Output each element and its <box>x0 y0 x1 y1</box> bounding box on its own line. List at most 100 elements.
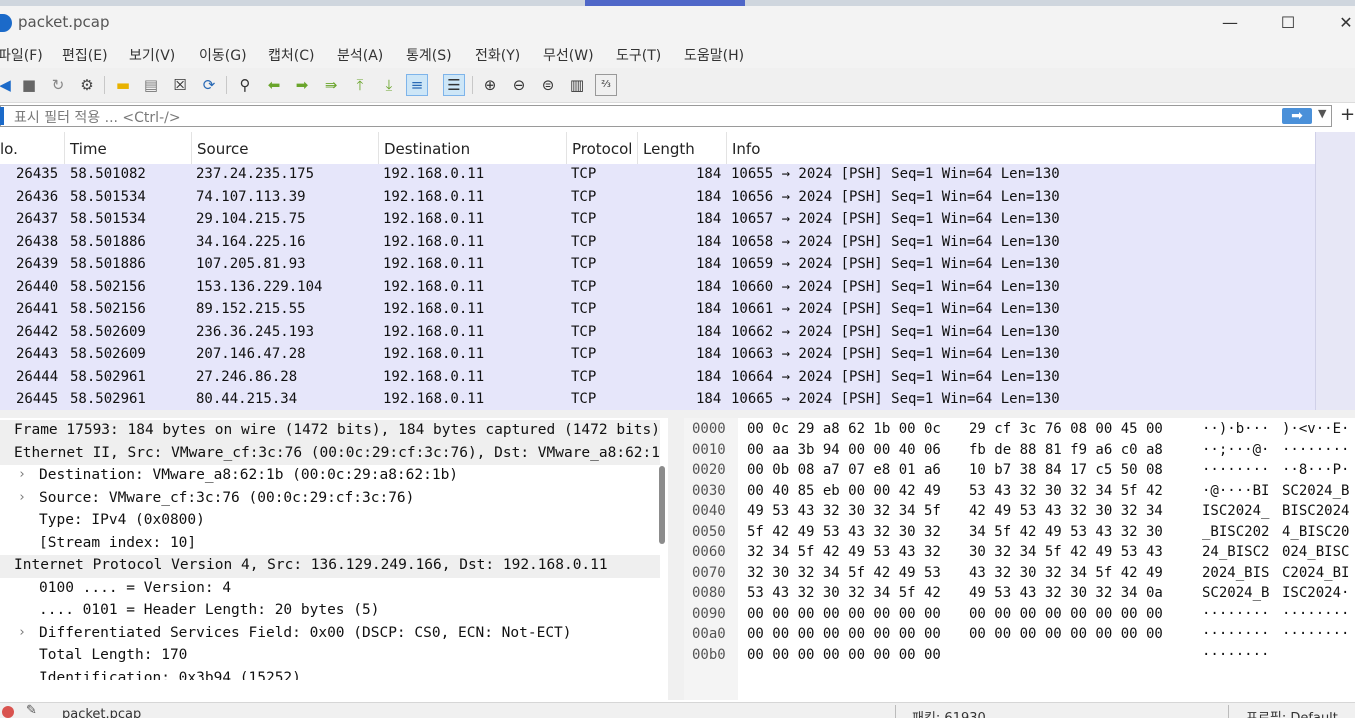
packet-row[interactable]: 26436 58.501534 74.107.113.39 192.168.0.11 T… <box>0 186 1315 209</box>
menu-analyze[interactable]: 분석(A) <box>337 45 383 65</box>
capture-options-icon[interactable]: ⚙ <box>76 74 98 96</box>
ascii-right[interactable]: ISC2024· <box>1282 585 1349 608</box>
ascii-left[interactable]: ··;···@· <box>1202 442 1269 465</box>
menu-file[interactable]: 파일(F) <box>0 45 43 65</box>
go-to-packet-icon[interactable]: ⇛ <box>320 74 342 96</box>
add-filter-button[interactable]: + <box>1340 104 1355 125</box>
go-forward-icon[interactable]: ➡ <box>291 74 313 96</box>
menu-tools[interactable]: 도구(T) <box>616 45 661 65</box>
go-back-icon[interactable]: ⬅ <box>263 74 285 96</box>
column-source[interactable]: Source <box>192 132 379 164</box>
hex-offset[interactable]: 00b0 <box>692 647 726 670</box>
packet-row[interactable]: 26444 58.502961 27.246.86.28 192.168.0.11 TC… <box>0 366 1315 389</box>
expand-arrow-icon[interactable]: › <box>18 490 26 505</box>
reload-file-icon[interactable]: ⟳ <box>198 74 220 96</box>
hex-bytes-right[interactable]: 30 32 34 5f 42 49 53 43 <box>969 544 1163 567</box>
close-file-icon[interactable]: ☒ <box>169 74 191 96</box>
hex-bytes-left[interactable]: 00 00 00 00 00 00 00 00 <box>747 626 941 649</box>
hex-bytes-left[interactable]: 00 0c 29 a8 62 1b 00 0c <box>747 421 941 444</box>
ascii-right[interactable]: BISC2024 <box>1282 503 1349 526</box>
packet-row[interactable]: 26440 58.502156 153.136.229.104 192.168.0.1… <box>0 276 1315 299</box>
last-packet-icon[interactable]: ⤓ <box>378 74 400 96</box>
hex-offset[interactable]: 0040 <box>692 503 726 526</box>
packet-row[interactable]: 26445 58.502961 80.44.215.34 192.168.0.11 TC… <box>0 389 1315 410</box>
hex-offset[interactable]: 0090 <box>692 606 726 629</box>
hex-bytes-right[interactable]: 00 00 00 00 00 00 00 00 <box>969 606 1163 629</box>
start-capture-icon[interactable]: ◀ <box>0 74 16 96</box>
hex-bytes-left[interactable]: 00 00 00 00 00 00 00 00 <box>747 647 941 670</box>
ascii-left[interactable]: 24_BISC2 <box>1202 544 1269 567</box>
hex-bytes-left[interactable]: 49 53 43 32 30 32 34 5f <box>747 503 941 526</box>
ascii-right[interactable]: SC2024_B <box>1282 483 1349 506</box>
hex-bytes-left[interactable]: 00 40 85 eb 00 00 42 49 <box>747 483 941 506</box>
packet-row[interactable]: 26437 58.501534 29.104.215.75 192.168.0.11 T… <box>0 209 1315 232</box>
hex-bytes-right[interactable]: 43 32 30 32 34 5f 42 49 <box>969 565 1163 588</box>
save-file-icon[interactable]: ▤ <box>140 74 162 96</box>
hex-bytes-left[interactable]: 32 30 32 34 5f 42 49 53 <box>747 565 941 588</box>
packet-row[interactable]: 26438 58.501886 34.164.225.16 192.168.0.11 T… <box>0 231 1315 254</box>
packet-list-scrollbar[interactable] <box>1315 132 1355 410</box>
hex-bytes-left[interactable]: 00 00 00 00 00 00 00 00 <box>747 606 941 629</box>
hex-offset[interactable]: 0020 <box>692 462 726 485</box>
expand-arrow-icon[interactable]: › <box>18 625 26 640</box>
column-time[interactable]: Time <box>65 132 192 164</box>
stop-capture-icon[interactable]: ■ <box>18 74 40 96</box>
hex-bytes-right[interactable]: 49 53 43 32 30 32 34 0a <box>969 585 1163 608</box>
ascii-left[interactable]: ········ <box>1202 647 1269 670</box>
menu-help[interactable]: 도움말(H) <box>684 45 744 65</box>
zoom-in-icon[interactable]: ⊕ <box>479 74 501 96</box>
detail-line[interactable]: › Differentiated Services Field: 0x00 (DS… <box>0 623 660 646</box>
hex-offset[interactable]: 0010 <box>692 442 726 465</box>
expand-arrow-icon[interactable]: › <box>18 467 26 482</box>
close-button[interactable]: ✕ <box>1326 10 1355 36</box>
pane-splitter-vertical[interactable] <box>668 418 684 700</box>
ascii-right[interactable]: C2024_BI <box>1282 565 1349 588</box>
hex-bytes-left[interactable]: 5f 42 49 53 43 32 30 32 <box>747 524 941 547</box>
normal-size-icon[interactable]: ⊜ <box>537 74 559 96</box>
ascii-left[interactable]: ··)·b··· <box>1202 421 1269 444</box>
bookmark-filter-icon[interactable] <box>0 107 4 125</box>
hex-offset[interactable]: 0070 <box>692 565 726 588</box>
ascii-right[interactable]: )·<v··E· <box>1282 421 1349 444</box>
restart-capture-icon[interactable]: ↻ <box>47 74 69 96</box>
ascii-right[interactable]: 4_BISC20 <box>1282 524 1349 547</box>
menu-telephony[interactable]: 전화(Y) <box>475 45 520 65</box>
hex-bytes-right[interactable]: 00 00 00 00 00 00 00 00 <box>969 626 1163 649</box>
packet-row[interactable]: 26435 58.501082 237.24.235.175 192.168.0.11… <box>0 164 1315 187</box>
detail-line[interactable]: › Source: VMware_cf:3c:76 (00:0c:29:cf:3c… <box>0 488 660 511</box>
hex-offset[interactable]: 0080 <box>692 585 726 608</box>
menu-edit[interactable]: 편집(E) <box>62 45 108 65</box>
capture-comment-icon[interactable]: ✎ <box>26 703 37 718</box>
column-length[interactable]: Length <box>638 132 727 164</box>
hex-bytes-right[interactable]: 42 49 53 43 32 30 32 34 <box>969 503 1163 526</box>
detail-line[interactable]: › Destination: VMware_a8:62:1b (00:0c:29:… <box>0 465 660 488</box>
pane-splitter[interactable] <box>0 410 1355 418</box>
hex-bytes-left[interactable]: 32 34 5f 42 49 53 43 32 <box>747 544 941 567</box>
hex-bytes-left[interactable]: 00 0b 08 a7 07 e8 01 a6 <box>747 462 941 485</box>
detail-line[interactable]: Identification: 0x3b94 (15252) <box>0 668 660 681</box>
detail-line[interactable]: .... 0101 = Header Length: 20 bytes (5) <box>0 600 660 623</box>
packet-row[interactable]: 26441 58.502156 89.152.215.55 192.168.0.11 T… <box>0 299 1315 322</box>
ascii-left[interactable]: SC2024_B <box>1202 585 1269 608</box>
packet-row[interactable]: 26443 58.502609 207.146.47.28 192.168.0.11 T… <box>0 344 1315 367</box>
hex-bytes-right[interactable]: fb de 88 81 f9 a6 c0 a8 <box>969 442 1163 465</box>
resize-columns-icon[interactable]: ▥ <box>566 74 588 96</box>
apply-filter-button[interactable]: ➡ <box>1282 108 1312 124</box>
hex-bytes-right[interactable]: 34 5f 42 49 53 43 32 30 <box>969 524 1163 547</box>
ascii-left[interactable]: ·@····BI <box>1202 483 1269 506</box>
column-prefs-icon[interactable]: ⅔ <box>595 74 617 96</box>
ascii-right[interactable]: ········ <box>1282 626 1349 649</box>
column-protocol[interactable]: Protocol <box>567 132 638 164</box>
column-no[interactable]: lo. <box>0 132 65 164</box>
hex-bytes-right[interactable]: 10 b7 38 84 17 c5 50 08 <box>969 462 1163 485</box>
detail-line[interactable]: Ethernet II, Src: VMware_cf:3c:76 (00:0c… <box>0 442 660 465</box>
detail-line[interactable]: [Stream index: 10] <box>0 533 660 556</box>
hex-bytes-right[interactable]: 29 cf 3c 76 08 00 45 00 <box>969 421 1163 444</box>
hex-bytes-right[interactable]: 53 43 32 30 32 34 5f 42 <box>969 483 1163 506</box>
ascii-right[interactable]: ··8···P· <box>1282 462 1349 485</box>
hex-offset[interactable]: 0030 <box>692 483 726 506</box>
hex-offset[interactable]: 00a0 <box>692 626 726 649</box>
menu-capture[interactable]: 캡처(C) <box>268 45 314 65</box>
detail-line[interactable]: 0100 .... = Version: 4 <box>0 578 660 601</box>
detail-line[interactable]: Type: IPv4 (0x0800) <box>0 510 660 533</box>
